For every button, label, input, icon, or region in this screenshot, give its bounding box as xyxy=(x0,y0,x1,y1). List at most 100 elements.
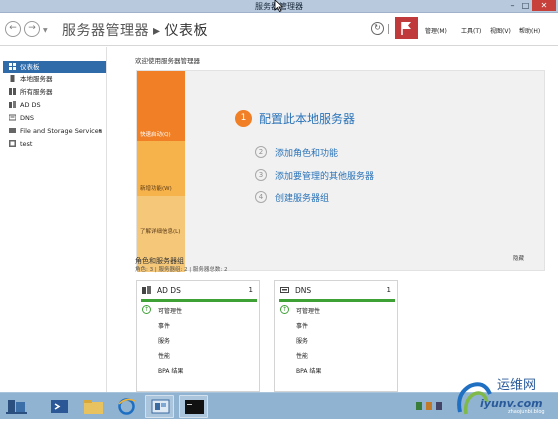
card-title: DNS xyxy=(295,286,312,295)
sidebar-item-file-storage[interactable]: File and Storage Services ▸ xyxy=(3,125,106,137)
action-center-icon[interactable] xyxy=(426,402,432,410)
tile-quick-start[interactable]: 快速启动(Q) xyxy=(137,71,185,141)
powershell-icon xyxy=(51,400,68,413)
sidebar: 仪表板 本地服务器 所有服务器 AD DS DNS File and Stora… xyxy=(0,47,107,392)
taskbar-powershell[interactable] xyxy=(45,395,74,418)
close-button[interactable]: ✕ xyxy=(532,0,556,11)
ok-arrow-icon: ↑ xyxy=(280,305,289,314)
watermark-blog: zhaojunbi.blog xyxy=(508,409,545,415)
tile-label: 了解详细信息(L) xyxy=(140,229,181,235)
menu-manage[interactable]: 管理(M) xyxy=(425,26,447,35)
step-add-roles[interactable]: 添加角色和功能 xyxy=(275,146,338,159)
taskbar-cmd[interactable] xyxy=(179,395,208,418)
history-dropdown-icon[interactable]: ▼ xyxy=(43,27,48,34)
sidebar-item-label: 本地服务器 xyxy=(20,75,53,83)
window-title-bar[interactable]: 服务器管理器 – □ ✕ xyxy=(0,0,558,13)
sidebar-item-label: AD DS xyxy=(20,101,41,109)
sidebar-item-local-server[interactable]: 本地服务器 xyxy=(3,73,106,85)
tile-label: 新增功能(W) xyxy=(140,186,172,192)
card-row-services[interactable]: 服务 xyxy=(158,336,170,345)
breadcrumb: 服务器管理器 ▸ 仪表板 xyxy=(62,20,208,40)
back-button[interactable]: ← xyxy=(5,21,21,37)
group-icon xyxy=(9,140,16,147)
speaker-icon[interactable] xyxy=(436,402,442,410)
step-number: 4 xyxy=(255,191,267,203)
step-add-servers[interactable]: 添加要管理的其他服务器 xyxy=(275,169,374,182)
card-row-manageability[interactable]: 可管理性 xyxy=(158,306,182,315)
servers-icon xyxy=(9,88,16,95)
main-content: 欢迎使用服务器管理器 快速启动(Q) 新增功能(W) 了解详细信息(L) 1 配… xyxy=(108,47,558,392)
internet-explorer-icon xyxy=(118,398,136,415)
sidebar-item-dashboard[interactable]: 仪表板 xyxy=(3,61,106,73)
card-row-bpa[interactable]: BPA 结果 xyxy=(296,366,321,375)
card-row-bpa[interactable]: BPA 结果 xyxy=(158,366,183,375)
card-row-performance[interactable]: 性能 xyxy=(296,351,308,360)
server-manager-taskbar-icon xyxy=(6,400,27,414)
step-number: 3 xyxy=(255,169,267,181)
breadcrumb-app[interactable]: 服务器管理器 xyxy=(62,23,149,39)
card-count: 1 xyxy=(248,286,253,294)
sidebar-item-all-servers[interactable]: 所有服务器 xyxy=(3,86,106,98)
sidebar-item-label: 所有服务器 xyxy=(20,88,53,96)
taskbar-ie[interactable] xyxy=(112,395,141,418)
dns-icon xyxy=(9,114,16,121)
sidebar-item-ad-ds[interactable]: AD DS xyxy=(3,99,106,111)
card-header[interactable]: AD DS 1 xyxy=(137,281,259,297)
network-icon[interactable] xyxy=(416,402,422,410)
ok-arrow-icon: ↑ xyxy=(142,305,151,314)
hide-link[interactable]: 隐藏 xyxy=(513,254,524,262)
page-title: 仪表板 xyxy=(164,23,209,39)
header-divider xyxy=(388,24,389,34)
card-title: AD DS xyxy=(157,286,181,295)
menu-help[interactable]: 帮助(H) xyxy=(519,26,540,35)
status-bar xyxy=(279,299,395,302)
menu-tools[interactable]: 工具(T) xyxy=(461,26,481,35)
sidebar-item-label: File and Storage Services xyxy=(20,127,103,135)
sidebar-item-label: DNS xyxy=(20,114,34,122)
tile-whats-new[interactable]: 新增功能(W) xyxy=(137,141,185,196)
taskbar-explorer[interactable] xyxy=(79,395,108,418)
card-row-events[interactable]: 事件 xyxy=(158,321,170,330)
minimize-button[interactable]: – xyxy=(506,0,519,11)
server-manager-icon xyxy=(151,399,170,414)
roles-summary: 角色: 3 | 服务器组: 2 | 服务器总数: 2 xyxy=(135,267,228,273)
sidebar-item-dns[interactable]: DNS xyxy=(3,112,106,124)
tile-label: 快速启动(Q) xyxy=(140,132,171,138)
welcome-title: 欢迎使用服务器管理器 xyxy=(135,57,200,65)
status-bar xyxy=(141,299,257,302)
card-row-manageability[interactable]: 可管理性 xyxy=(296,306,320,315)
sidebar-item-label: test xyxy=(20,140,33,148)
menu-view[interactable]: 视图(V) xyxy=(490,26,511,35)
sidebar-item-test[interactable]: test xyxy=(3,138,106,150)
notifications-flag-button[interactable] xyxy=(395,17,418,39)
breadcrumb-separator-icon: ▸ xyxy=(153,23,161,39)
expand-arrow-icon[interactable]: ▸ xyxy=(99,125,102,137)
folder-icon xyxy=(84,400,103,414)
card-row-events[interactable]: 事件 xyxy=(296,321,308,330)
card-header[interactable]: DNS 1 xyxy=(275,281,397,297)
role-card-dns[interactable]: DNS 1 ↑ 可管理性 事件 服务 性能 BPA 结果 xyxy=(274,280,398,392)
card-count: 1 xyxy=(386,286,391,294)
sidebar-item-label: 仪表板 xyxy=(20,63,40,71)
step-create-group[interactable]: 创建服务器组 xyxy=(275,191,329,204)
dns-icon xyxy=(280,287,289,293)
step-number: 2 xyxy=(255,146,267,158)
start-button[interactable] xyxy=(2,395,31,418)
refresh-icon[interactable]: ↻ xyxy=(371,22,384,35)
forward-button[interactable]: → xyxy=(24,21,40,37)
step-configure-local-server[interactable]: 配置此本地服务器 xyxy=(259,110,355,127)
ad-ds-icon xyxy=(142,286,151,294)
card-row-services[interactable]: 服务 xyxy=(296,336,308,345)
ad-ds-icon xyxy=(9,101,16,108)
card-row-performance[interactable]: 性能 xyxy=(158,351,170,360)
maximize-button[interactable]: □ xyxy=(519,0,532,11)
mouse-cursor-icon xyxy=(274,0,284,12)
taskbar-server-manager[interactable] xyxy=(145,395,174,418)
quick-start-panel: 快速启动(Q) 新增功能(W) 了解详细信息(L) 1 配置此本地服务器 2 添… xyxy=(136,70,545,272)
server-icon xyxy=(10,75,15,82)
app-header: ← → ▼ 服务器管理器 ▸ 仪表板 ↻ 管理(M) 工具(T) 视图(V) 帮助(… xyxy=(0,13,558,46)
file-storage-icon xyxy=(9,128,16,133)
role-card-ad-ds[interactable]: AD DS 1 ↑ 可管理性 事件 服务 性能 BPA 结果 xyxy=(136,280,260,392)
watermark-brand: 运维网 xyxy=(497,378,537,393)
step-number: 1 xyxy=(235,110,252,127)
